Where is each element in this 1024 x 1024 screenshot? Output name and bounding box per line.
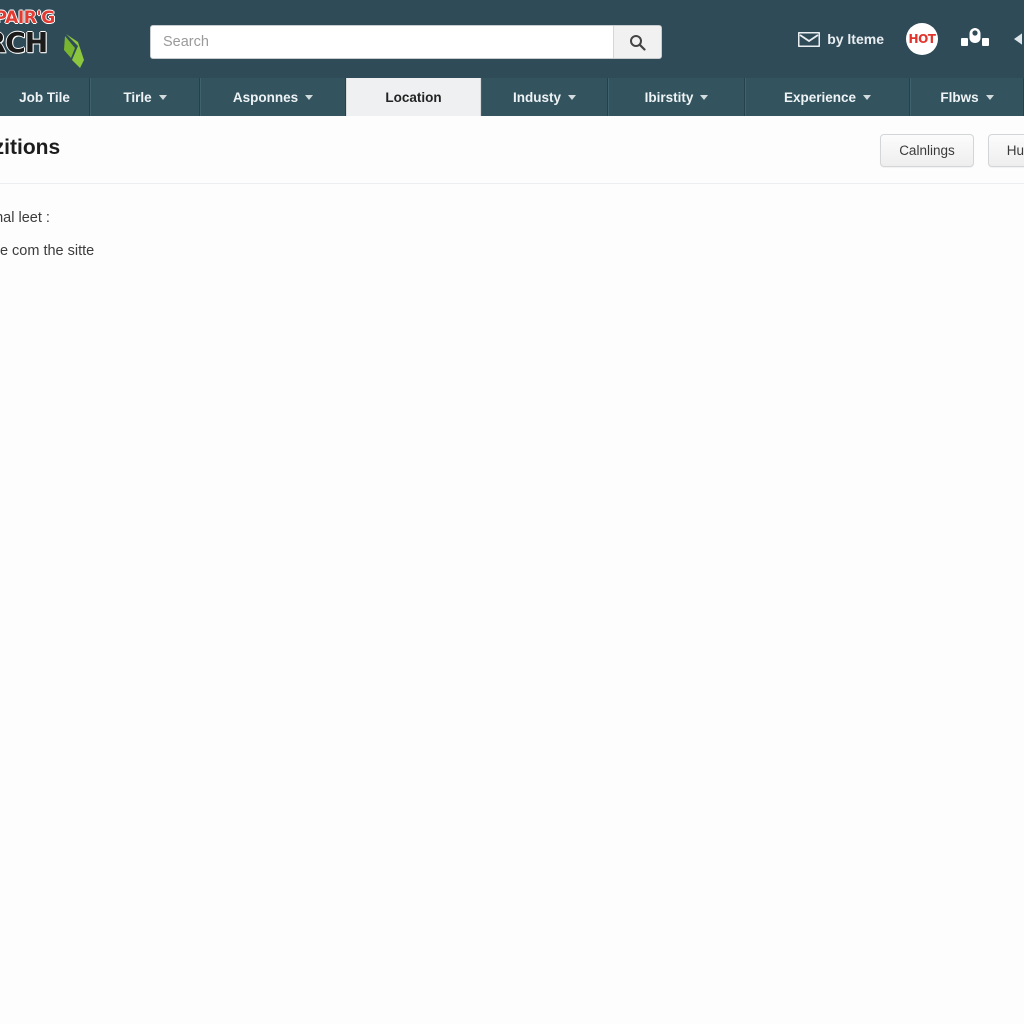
nav-tab-label: Tirle: [123, 89, 152, 105]
chevron-down-icon: [985, 94, 994, 100]
search-button[interactable]: [613, 26, 661, 58]
app-window: OMPAIR'G ARCH by lteme: [0, 0, 1024, 1024]
header-right-cluster: by lteme HOT: [798, 0, 1024, 78]
top-header-bar: OMPAIR'G ARCH by lteme: [0, 0, 1024, 78]
chevron-down-icon: [158, 94, 167, 100]
primary-nav-tabs: Job Tile Tirle Asponnes Location Industy Ibir…: [0, 78, 1024, 116]
nav-tab-location[interactable]: Location: [346, 78, 481, 116]
chevron-down-icon: [305, 94, 314, 100]
body-text-line-2: Retnove com the sitte: [0, 243, 95, 259]
logo-text-line1: OMPAIR'G: [0, 8, 55, 28]
search-bar: [150, 25, 662, 59]
chevron-down-icon: [863, 94, 872, 100]
search-icon: [630, 34, 646, 51]
chevron-down-icon: [568, 94, 576, 100]
person-badge-icon[interactable]: [960, 26, 990, 52]
nav-tab-job-tile[interactable]: Job Tile: [0, 78, 90, 116]
page-action-buttons: Calnlings Hurnen: [880, 134, 1024, 167]
nav-tab-industy[interactable]: Industy: [481, 78, 608, 116]
nav-tab-label: Industy: [512, 89, 561, 105]
page-title-bar: Natizitions Calnlings Hurnen: [0, 116, 1024, 184]
green-leaf-icon: [64, 34, 84, 68]
partial-icon: [1014, 33, 1022, 45]
edge-cutoff-icon[interactable]: [1012, 28, 1022, 50]
action-button-hurnen[interactable]: Hurnen: [987, 134, 1024, 167]
main-content: Addtional leet : Retnove com the sitte: [0, 184, 1024, 1024]
action-button-calnlings[interactable]: Calnlings: [880, 134, 974, 167]
hot-badge-label: HOT: [908, 32, 936, 46]
site-logo[interactable]: OMPAIR'G ARCH: [0, 8, 96, 68]
nav-tab-experience[interactable]: Experience: [745, 78, 910, 116]
mail-by-name-label: by lteme: [827, 31, 884, 47]
chevron-down-icon: [700, 94, 709, 100]
nav-tab-flbws[interactable]: Flbws: [910, 78, 1024, 116]
nav-tab-label: Ibirstity: [644, 89, 694, 105]
nav-tab-label: Asponnes: [232, 89, 299, 105]
search-input[interactable]: [151, 26, 613, 58]
nav-tab-label: Experience: [783, 89, 857, 105]
mail-by-name-link[interactable]: by lteme: [798, 31, 884, 47]
nav-tab-label: Flbws: [940, 89, 979, 105]
nav-tab-label: Location: [385, 89, 442, 105]
nav-tab-ibirstity[interactable]: Ibirstity: [608, 78, 745, 116]
envelope-icon: [798, 31, 821, 47]
nav-tab-label: Job Tile: [19, 89, 70, 105]
nav-tab-asponnes[interactable]: Asponnes: [200, 78, 346, 116]
hot-badge[interactable]: HOT: [906, 23, 938, 55]
nav-tab-tirle[interactable]: Tirle: [90, 78, 200, 116]
body-text-line-1: Addtional leet :: [0, 210, 50, 226]
page-title: Natizitions: [0, 136, 61, 159]
